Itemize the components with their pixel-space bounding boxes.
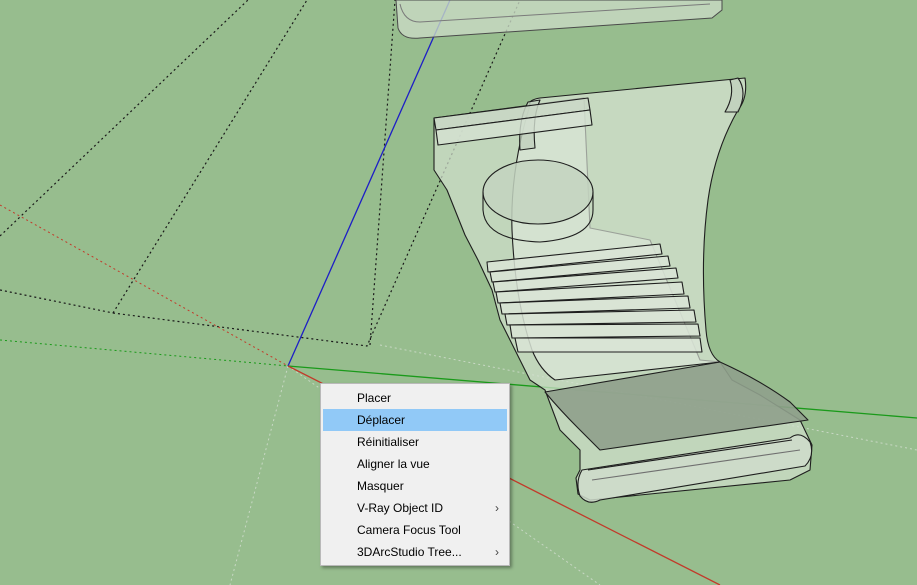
red-axis-dotted	[0, 204, 289, 367]
menu-item-masquer[interactable]: Masquer	[323, 475, 507, 497]
submenu-arrow-icon: ›	[495, 501, 499, 515]
blue-axis	[287, 0, 451, 367]
menu-item-reinitialiser[interactable]: Réinitialiser	[323, 431, 507, 453]
menu-item-label: V-Ray Object ID	[357, 501, 444, 515]
submenu-arrow-icon: ›	[495, 545, 499, 559]
partial-model-top[interactable]	[395, 0, 723, 39]
context-menu: Placer Déplacer Réinitialiser Aligner la…	[320, 383, 510, 566]
menu-item-vray-object-id[interactable]: V-Ray Object ID ›	[323, 497, 507, 519]
menu-item-deplacer[interactable]: Déplacer	[323, 409, 507, 431]
menu-item-label: 3DArcStudio Tree...	[357, 545, 462, 559]
menu-item-camera-focus-tool[interactable]: Camera Focus Tool	[323, 519, 507, 541]
menu-item-aligner-la-vue[interactable]: Aligner la vue	[323, 453, 507, 475]
menu-item-3darcstudio-tree[interactable]: 3DArcStudio Tree... ›	[323, 541, 507, 563]
green-axis-dotted	[0, 339, 289, 367]
menu-item-placer[interactable]: Placer	[323, 387, 507, 409]
